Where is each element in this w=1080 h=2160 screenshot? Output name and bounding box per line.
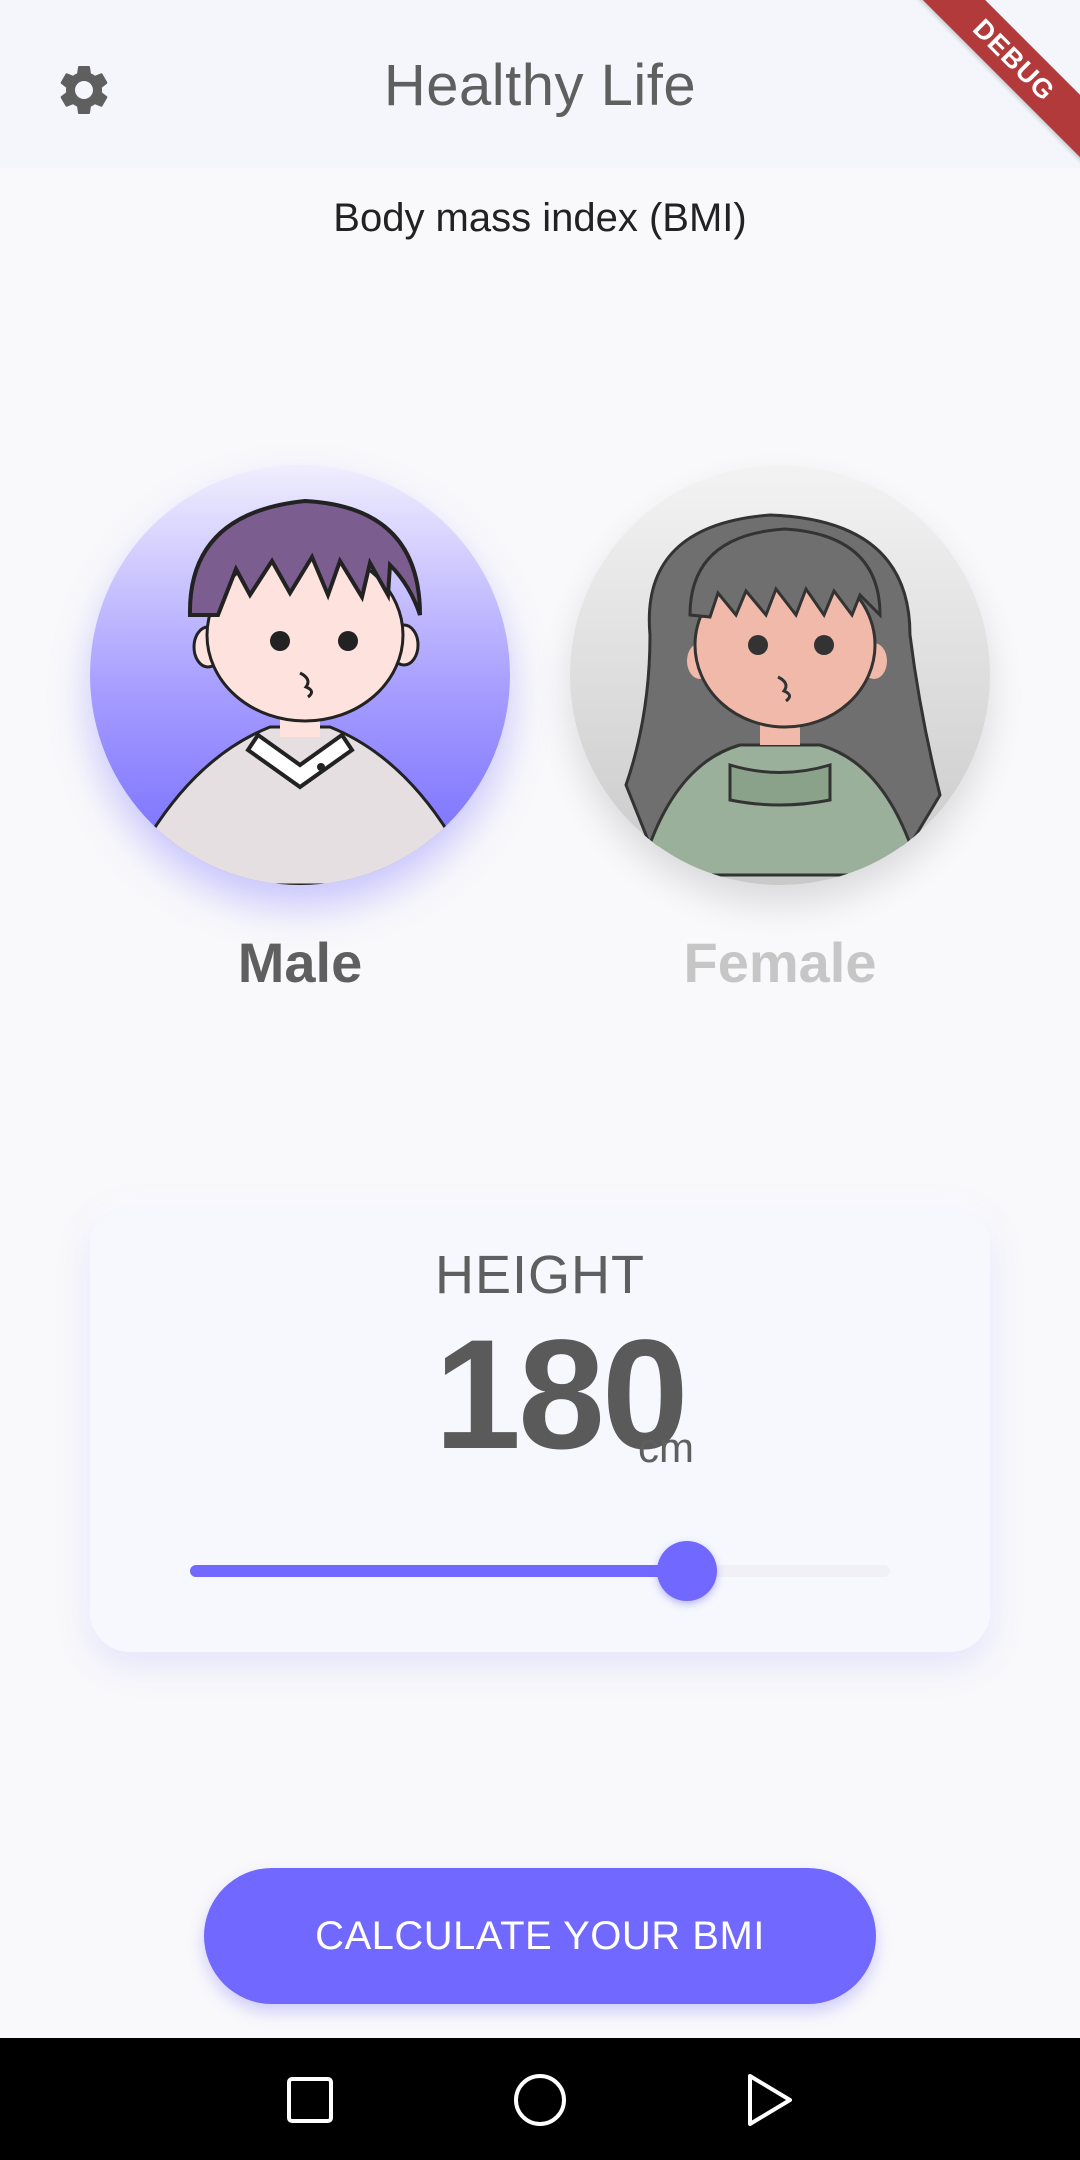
recent-apps-button[interactable] — [270, 2060, 350, 2140]
app-bar: Healthy Life — [0, 0, 1080, 168]
app-title: Healthy Life — [383, 53, 697, 118]
home-button[interactable] — [500, 2060, 580, 2140]
calculate-bmi-button[interactable]: CALCULATE YOUR BMI — [204, 1868, 876, 2004]
height-slider[interactable] — [190, 1540, 890, 1601]
female-option[interactable] — [570, 465, 990, 885]
female-avatar-icon — [624, 513, 942, 877]
height-unit: cm — [638, 1424, 694, 1471]
height-label: HEIGHT — [434, 1245, 645, 1305]
square-icon — [287, 2077, 333, 2123]
circle-icon — [514, 2074, 566, 2126]
male-label: Male — [237, 931, 363, 994]
triangle-icon — [748, 2074, 792, 2126]
slider-thumb[interactable] — [657, 1541, 717, 1601]
male-option[interactable] — [90, 465, 510, 885]
female-label: Female — [683, 931, 877, 994]
height-card: HEIGHT 180 cm — [90, 1206, 990, 1652]
page-subtitle: Body mass index (BMI) — [333, 196, 747, 240]
screen: Healthy Life DEBUG Body mass index (BMI) — [0, 0, 1080, 2160]
system-nav-bar — [0, 2038, 1080, 2160]
back-button[interactable] — [730, 2060, 810, 2140]
slider-fill — [190, 1565, 687, 1577]
male-avatar-icon — [148, 498, 452, 885]
